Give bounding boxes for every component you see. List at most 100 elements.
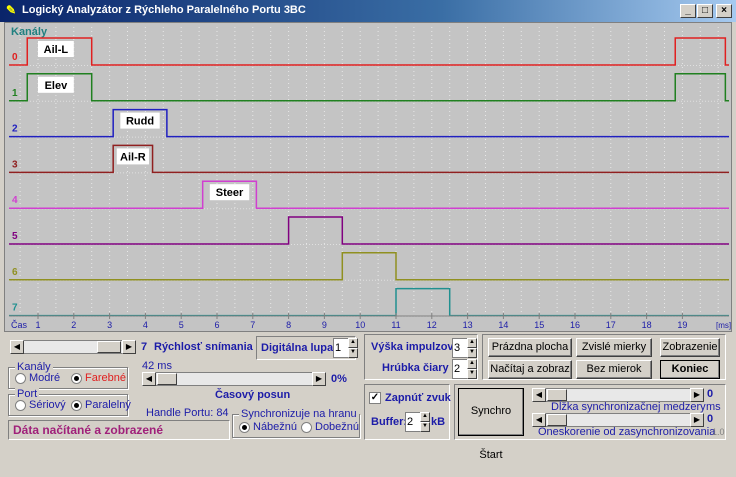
sync-gap-unit: ms: [706, 401, 721, 413]
time-tick-label: 19: [677, 320, 687, 330]
sound-checkbox[interactable]: ✓: [369, 392, 381, 404]
time-tick-label: 11: [391, 320, 400, 330]
sound-label: Zapnúť zvuk: [385, 392, 451, 404]
pulse-height-spinner[interactable]: 3 ▲ ▼: [452, 338, 477, 358]
time-tick-label: 15: [534, 320, 544, 330]
spin-up-icon[interactable]: ▲: [467, 338, 477, 348]
line-width-spinner[interactable]: 2 ▲ ▼: [452, 359, 477, 379]
channel-label: Ail-L: [44, 44, 69, 56]
port-group: Port Sériový Paralelný: [8, 388, 131, 416]
radio-falling-edge[interactable]: [301, 422, 312, 433]
no-scales-button[interactable]: Bez mierok: [576, 360, 652, 379]
app-icon: ✎: [5, 3, 17, 17]
spin-up-icon[interactable]: ▲: [467, 359, 477, 369]
synchro-start-button[interactable]: Synchro Štart: [458, 388, 524, 461]
spin-up-icon[interactable]: ▲: [420, 412, 430, 422]
time-tick-label: 6: [214, 320, 219, 330]
speed-scroll-thumb[interactable]: [97, 341, 121, 353]
spin-up-icon[interactable]: ▲: [348, 338, 358, 348]
port-handle-text: Handle Portu: 84: [146, 407, 229, 419]
channel-number: 1: [12, 88, 18, 99]
time-tick-label: 18: [642, 320, 652, 330]
channel-waveform: [9, 216, 729, 245]
time-tick-label: 4: [143, 320, 148, 330]
spin-down-icon[interactable]: ▼: [467, 348, 477, 358]
title-bar: ✎ Logický Analyzátor z Rýchleho Paraleln…: [0, 0, 736, 22]
spin-down-icon[interactable]: ▼: [348, 348, 358, 358]
exit-button[interactable]: Koniec: [660, 360, 720, 379]
zoom-spinner[interactable]: 1 ▲ ▼: [333, 338, 358, 358]
time-tick-label: 8: [286, 320, 291, 330]
scroll-right-icon[interactable]: ▶: [690, 413, 704, 427]
scroll-right-icon[interactable]: ▶: [122, 340, 136, 354]
sync-edge-group-label: Synchronizuje na hranu: [239, 408, 359, 420]
radio-blue[interactable]: [15, 373, 26, 384]
sync-edge-group: Synchronizuje na hranu Nábežnú Dobežnú: [232, 408, 360, 438]
time-shift-thumb[interactable]: [157, 373, 177, 385]
time-tick-label: 1: [35, 320, 40, 330]
close-button[interactable]: ×: [716, 4, 732, 18]
radio-rising-edge-label: Nábežnú: [253, 421, 298, 433]
display-button[interactable]: Zobrazenie: [660, 338, 720, 357]
channel-label: Steer: [216, 187, 244, 199]
sync-gap-thumb[interactable]: [547, 389, 567, 401]
radio-parallel-label: Paralelný: [85, 399, 131, 411]
time-shift-label: Časový posun: [215, 389, 291, 401]
scroll-left-icon[interactable]: ◀: [10, 340, 24, 354]
time-tick-label: 16: [570, 320, 580, 330]
scroll-left-icon[interactable]: ◀: [532, 413, 546, 427]
time-ms-value: 42 ms: [142, 360, 172, 372]
radio-color[interactable]: [71, 373, 82, 384]
time-tick-label: 2: [71, 320, 76, 330]
radio-falling-edge-label: Dobežnú: [315, 421, 360, 433]
channel-number: 6: [12, 267, 18, 278]
channel-label: Rudd: [126, 116, 154, 128]
sync-gap-label: Dĺžka synchronizačnej medzery: [551, 401, 706, 413]
sync-delay-scrollbar[interactable]: ◀ ▶: [532, 413, 704, 427]
load-and-display-button[interactable]: Načítaj a zobraz: [488, 360, 572, 379]
channel-waveform: [9, 180, 729, 209]
line-width-label: Hrúbka čiary: [382, 362, 449, 374]
time-axis-label: Čas: [11, 320, 28, 330]
spin-down-icon[interactable]: ▼: [467, 369, 477, 379]
radio-color-label: Farebné: [85, 372, 126, 384]
radio-serial-label: Sériový: [29, 399, 66, 411]
time-tick-label: 7: [250, 320, 255, 330]
speed-label: Rýchlosť snímania: [154, 341, 253, 353]
channel-number: 0: [12, 52, 18, 63]
speed-scrollbar[interactable]: ◀ ▶: [10, 340, 136, 354]
channel-waveform: [9, 108, 729, 138]
channel-number: 3: [12, 159, 18, 170]
channel-waveform: [9, 252, 729, 281]
buffer-value: 2: [407, 416, 414, 428]
scroll-left-icon[interactable]: ◀: [532, 388, 546, 402]
time-tick-label: 13: [463, 320, 473, 330]
sync-delay-thumb[interactable]: [547, 414, 567, 426]
maximize-button[interactable]: □: [697, 4, 713, 18]
spin-down-icon[interactable]: ▼: [420, 422, 430, 432]
sync-gap-scrollbar[interactable]: ◀ ▶: [532, 388, 704, 402]
time-shift-percent: 0%: [331, 373, 347, 385]
channel-waveform: [9, 287, 729, 317]
buffer-spinner[interactable]: 2 ▲ ▼: [405, 412, 430, 432]
minimize-button[interactable]: _: [680, 4, 696, 18]
channel-number: 2: [12, 124, 18, 135]
channel-waveform: [9, 37, 729, 66]
time-tick-label: 12: [427, 320, 437, 330]
pulse-height-value: 3: [454, 342, 461, 354]
sync-delay-label: Oneskorenie od zasynchronizovania: [538, 426, 716, 438]
vertical-scales-button[interactable]: Zvislé mierky: [576, 338, 652, 357]
line-width-value: 2: [454, 363, 461, 375]
radio-parallel[interactable]: [71, 400, 82, 411]
scroll-right-icon[interactable]: ▶: [312, 372, 326, 386]
radio-serial[interactable]: [15, 400, 26, 411]
scroll-left-icon[interactable]: ◀: [142, 372, 156, 386]
version-text: 1.0: [712, 427, 725, 437]
scroll-right-icon[interactable]: ▶: [690, 388, 704, 402]
signal-graph-svg: Kanály 0 Ail-L 1 Elev 2 Rudd 3 Ail-R 4 Steer 5 6 7 Čas…: [9, 26, 731, 330]
empty-area-button[interactable]: Prázdna plocha: [488, 338, 572, 357]
radio-rising-edge[interactable]: [239, 422, 250, 433]
sync-gap-value: 0: [707, 388, 714, 400]
channel-number: 7: [12, 303, 18, 314]
time-shift-scrollbar[interactable]: ◀ ▶: [142, 372, 326, 386]
